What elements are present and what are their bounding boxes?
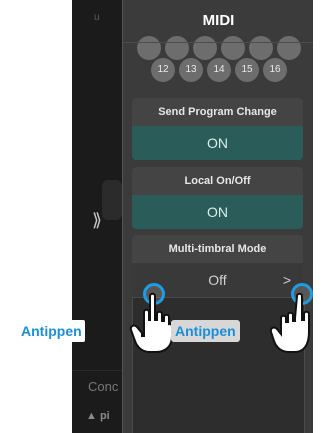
setting-value: Off [208,272,227,288]
send-program-change-card: Send Program Change ON [132,98,303,160]
background-divider [72,370,124,371]
background-hint: u [94,12,100,23]
local-on-off-card: Local On/Off ON [132,167,303,229]
tap-label-1: Antippen [18,320,85,342]
hand-pointer-icon [129,292,173,353]
background-screen: u ⟫ Conc ▲ pi [72,0,124,433]
channel-button-16[interactable]: 16 [263,58,287,82]
channel-button[interactable] [193,36,217,60]
channel-row: 12 13 14 15 16 [123,58,313,82]
channel-button[interactable] [137,36,161,60]
background-figure [102,180,122,220]
pi-text: pi [99,410,110,422]
channel-row-partial [123,36,313,60]
setting-label: Send Program Change [132,98,303,126]
title-divider-overlay [123,42,313,43]
panel-title: MIDI [202,12,235,29]
setting-label: Multi-timbral Mode [132,235,303,263]
channel-button[interactable] [221,36,245,60]
setting-label: Local On/Off [132,167,303,195]
tap-label-2: Antippen [171,320,240,342]
send-program-change-toggle[interactable]: ON [132,126,303,160]
channel-button-14[interactable]: 14 [207,58,231,82]
midi-settings-panel: MIDI 12 13 14 15 16 Send Program Change … [122,0,313,433]
channel-button-12[interactable]: 12 [151,58,175,82]
channel-button[interactable] [249,36,273,60]
concert-text: Conc [88,379,119,394]
piano-item[interactable]: ▲ pi [86,410,110,422]
local-on-off-toggle[interactable]: ON [132,195,303,229]
channel-button-15[interactable]: 15 [235,58,259,82]
expand-chevron-icon[interactable]: ⟫ [92,210,102,231]
app-screen: u ⟫ Conc ▲ pi MIDI 12 13 14 15 16 Send P… [72,0,313,433]
channel-button[interactable] [165,36,189,60]
channel-button-13[interactable]: 13 [179,58,203,82]
channel-button[interactable] [277,36,301,60]
hand-pointer-icon [269,292,310,353]
